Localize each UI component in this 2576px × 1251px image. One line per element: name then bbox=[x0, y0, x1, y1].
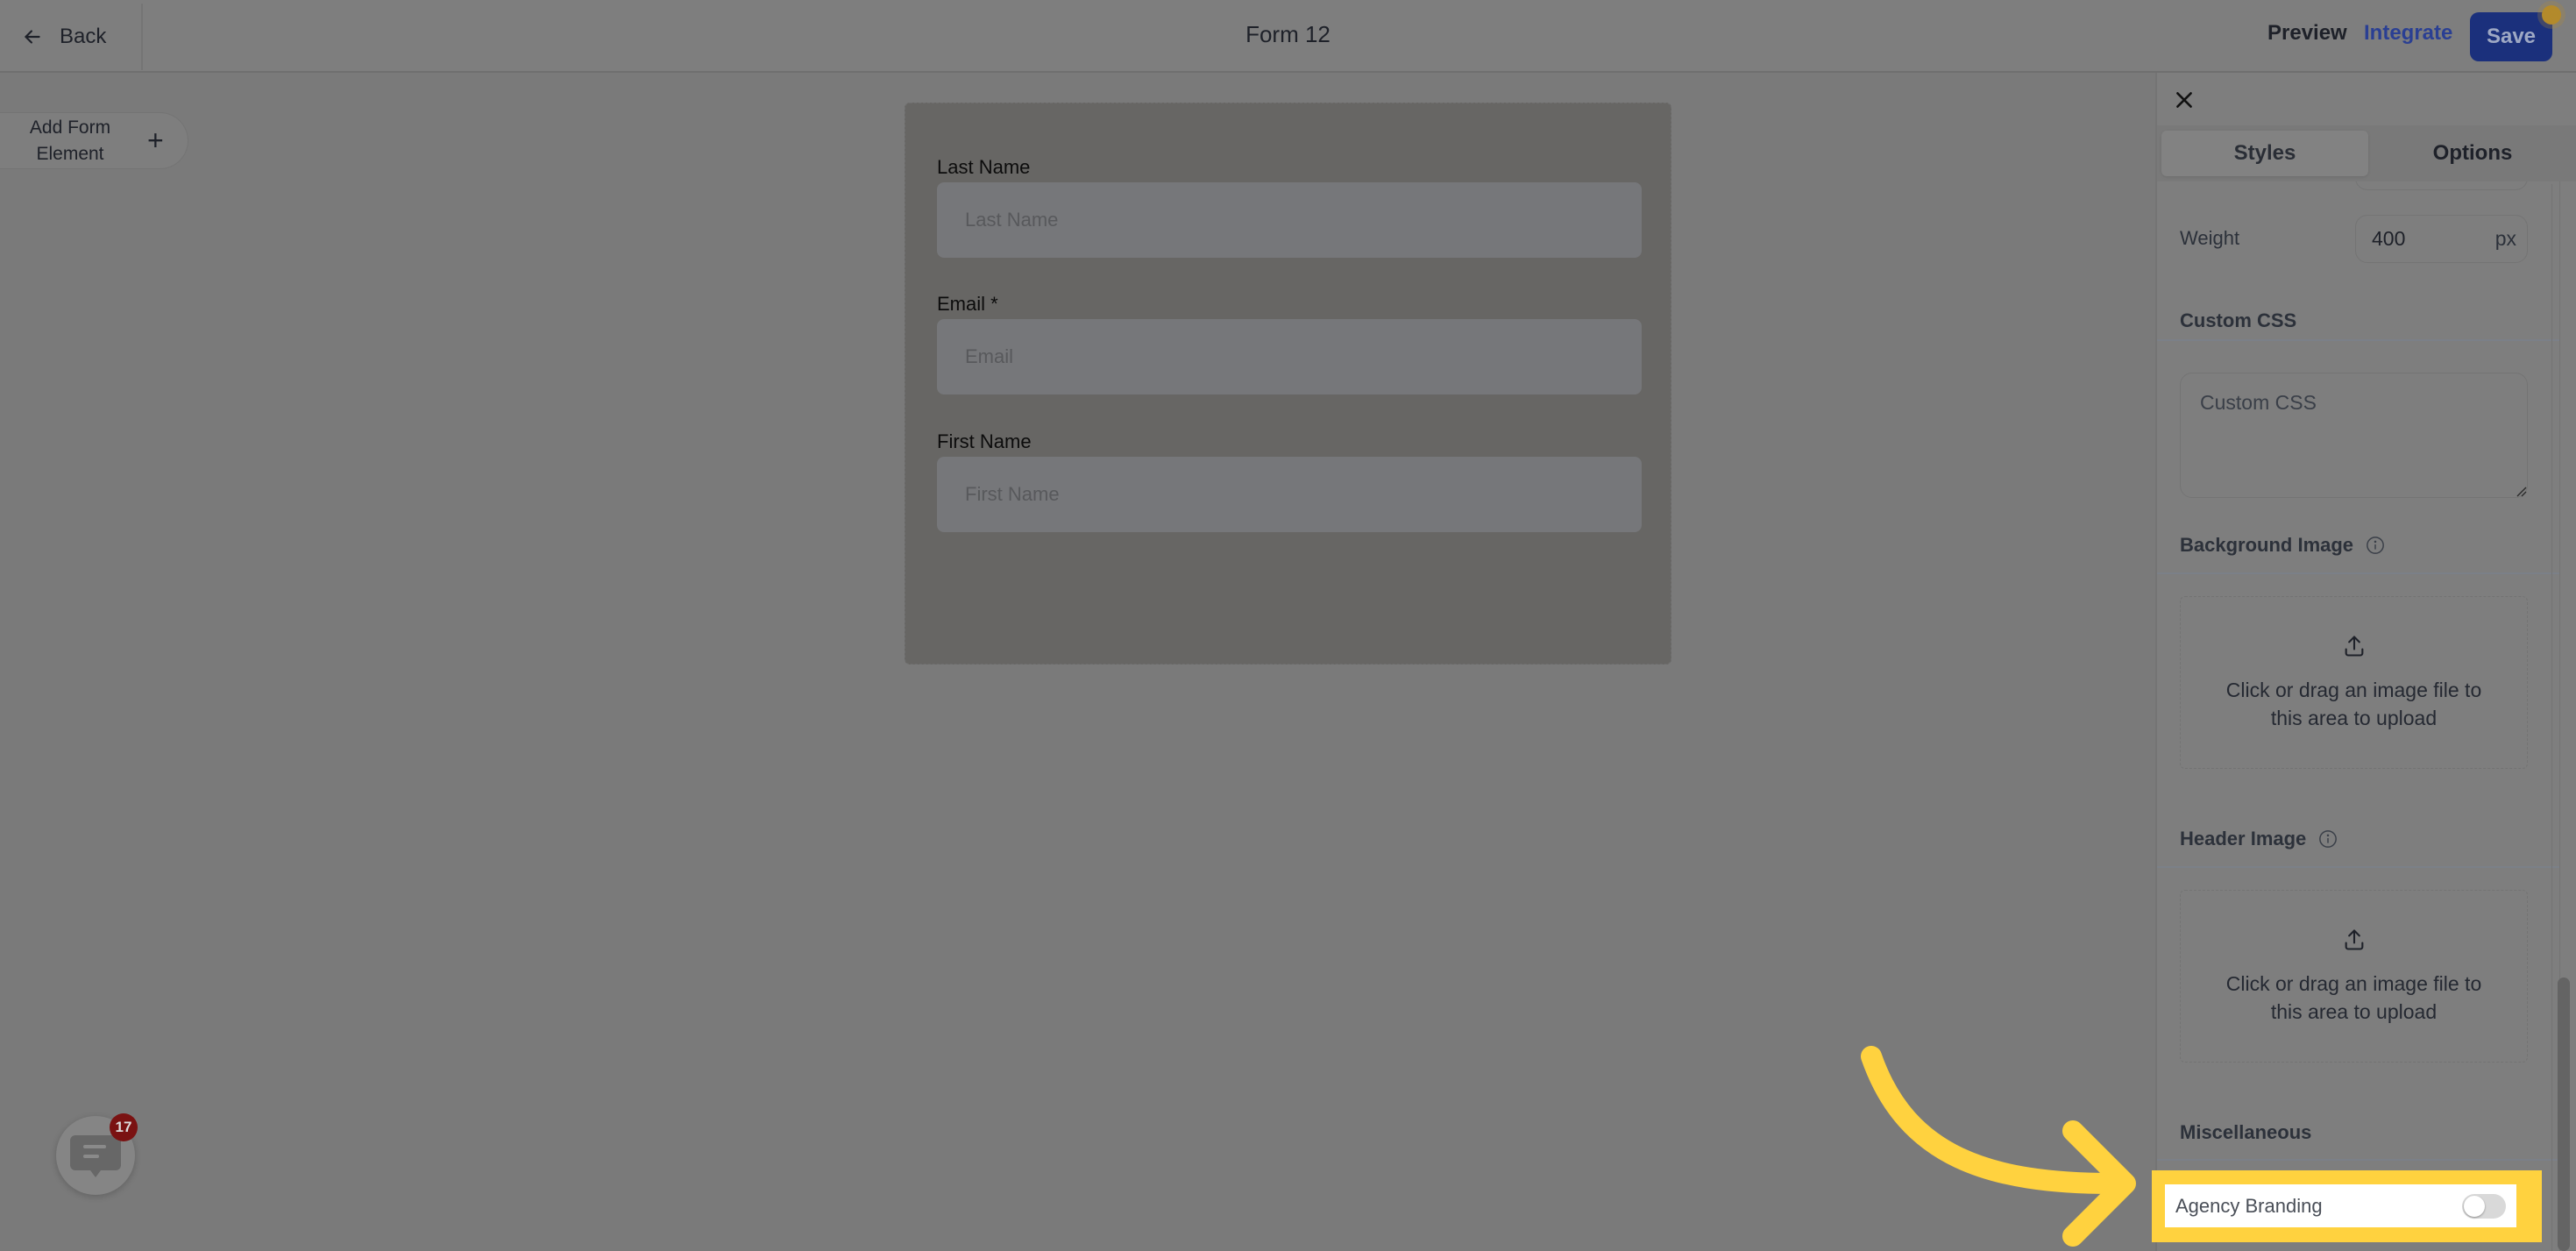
panel-tabs: Styles Options bbox=[2157, 125, 2576, 181]
header-image-label: Header Image bbox=[2180, 828, 2338, 850]
background-image-label: Background Image bbox=[2180, 534, 2385, 557]
form-preview-card: Last Name Email * First Name bbox=[905, 103, 1671, 665]
header-divider bbox=[141, 4, 143, 70]
upload-icon bbox=[2345, 928, 2363, 950]
background-image-upload[interactable]: Click or drag an image file to this area… bbox=[2180, 596, 2528, 769]
header-image-label-text: Header Image bbox=[2180, 828, 2307, 849]
field-label-first-name: First Name bbox=[937, 430, 1032, 452]
miscellaneous-label: Miscellaneous bbox=[2180, 1121, 2311, 1144]
agency-branding-label: Agency Branding bbox=[2175, 1194, 2323, 1217]
top-bar: Back Form 12 Preview Integrate Save bbox=[0, 0, 2576, 73]
arrow-left-icon bbox=[25, 30, 40, 44]
chat-notification-badge: 17 bbox=[110, 1113, 138, 1141]
custom-css-label: Custom CSS bbox=[2180, 309, 2296, 332]
upload-text: Click or drag an image file to this area… bbox=[2225, 678, 2482, 729]
upload-icon bbox=[2345, 635, 2363, 657]
panel-scroll-area: Weight 400 px Custom CSS Background Imag… bbox=[2157, 181, 2560, 1251]
info-icon[interactable] bbox=[2366, 536, 2385, 555]
section-divider bbox=[2157, 1159, 2559, 1161]
weight-input[interactable]: 400 px bbox=[2355, 215, 2528, 263]
plus-icon: + bbox=[147, 124, 164, 156]
tab-styles[interactable]: Styles bbox=[2161, 131, 2368, 176]
close-icon[interactable] bbox=[2173, 89, 2196, 111]
form-title: Form 12 bbox=[1245, 21, 1331, 47]
info-icon[interactable] bbox=[2318, 829, 2338, 849]
field-label-last-name: Last Name bbox=[937, 156, 1031, 178]
weight-label: Weight bbox=[2180, 227, 2240, 249]
tab-options[interactable]: Options bbox=[2372, 131, 2573, 176]
toggle-knob bbox=[2464, 1195, 2485, 1217]
scrollbar-thumb[interactable] bbox=[2558, 977, 2570, 1251]
agency-branding-highlight: Agency Branding bbox=[2152, 1170, 2542, 1242]
agency-branding-row: Agency Branding bbox=[2165, 1184, 2516, 1227]
integrate-button[interactable]: Integrate bbox=[2364, 21, 2452, 46]
preview-button[interactable]: Preview bbox=[2267, 21, 2347, 46]
section-divider bbox=[2157, 572, 2559, 574]
field-label-email: Email * bbox=[937, 293, 998, 315]
section-divider bbox=[2157, 866, 2559, 868]
annotation-arrow-icon bbox=[1861, 1046, 2136, 1247]
weight-unit: px bbox=[2494, 227, 2516, 250]
add-form-element-button[interactable]: Add Form Element + bbox=[0, 112, 188, 169]
resize-handle-icon[interactable] bbox=[2516, 487, 2527, 497]
notification-dot bbox=[2542, 5, 2561, 25]
scrollbar-track bbox=[2551, 184, 2552, 1251]
back-button[interactable]: Back bbox=[21, 18, 106, 56]
add-form-element-label: Add Form Element bbox=[29, 117, 111, 164]
miscellaneous-label-text: Miscellaneous bbox=[2180, 1121, 2312, 1143]
back-label: Back bbox=[60, 25, 107, 48]
custom-css-label-text: Custom CSS bbox=[2180, 309, 2297, 331]
first-name-input[interactable] bbox=[937, 457, 1642, 532]
weight-value: 400 bbox=[2372, 227, 2406, 250]
section-divider bbox=[2157, 339, 2559, 341]
header-image-upload[interactable]: Click or drag an image file to this area… bbox=[2180, 890, 2528, 1063]
settings-panel: Styles Options Weight 400 px Custom CSS … bbox=[2155, 73, 2576, 1251]
save-button[interactable]: Save bbox=[2470, 12, 2552, 61]
last-name-input[interactable] bbox=[937, 182, 1642, 258]
custom-css-textarea[interactable] bbox=[2180, 373, 2528, 498]
upload-text: Click or drag an image file to this area… bbox=[2225, 971, 2482, 1023]
background-image-label-text: Background Image bbox=[2180, 534, 2354, 556]
agency-branding-toggle[interactable] bbox=[2462, 1193, 2506, 1219]
email-input[interactable] bbox=[937, 319, 1642, 394]
previous-input[interactable] bbox=[2355, 181, 2528, 190]
